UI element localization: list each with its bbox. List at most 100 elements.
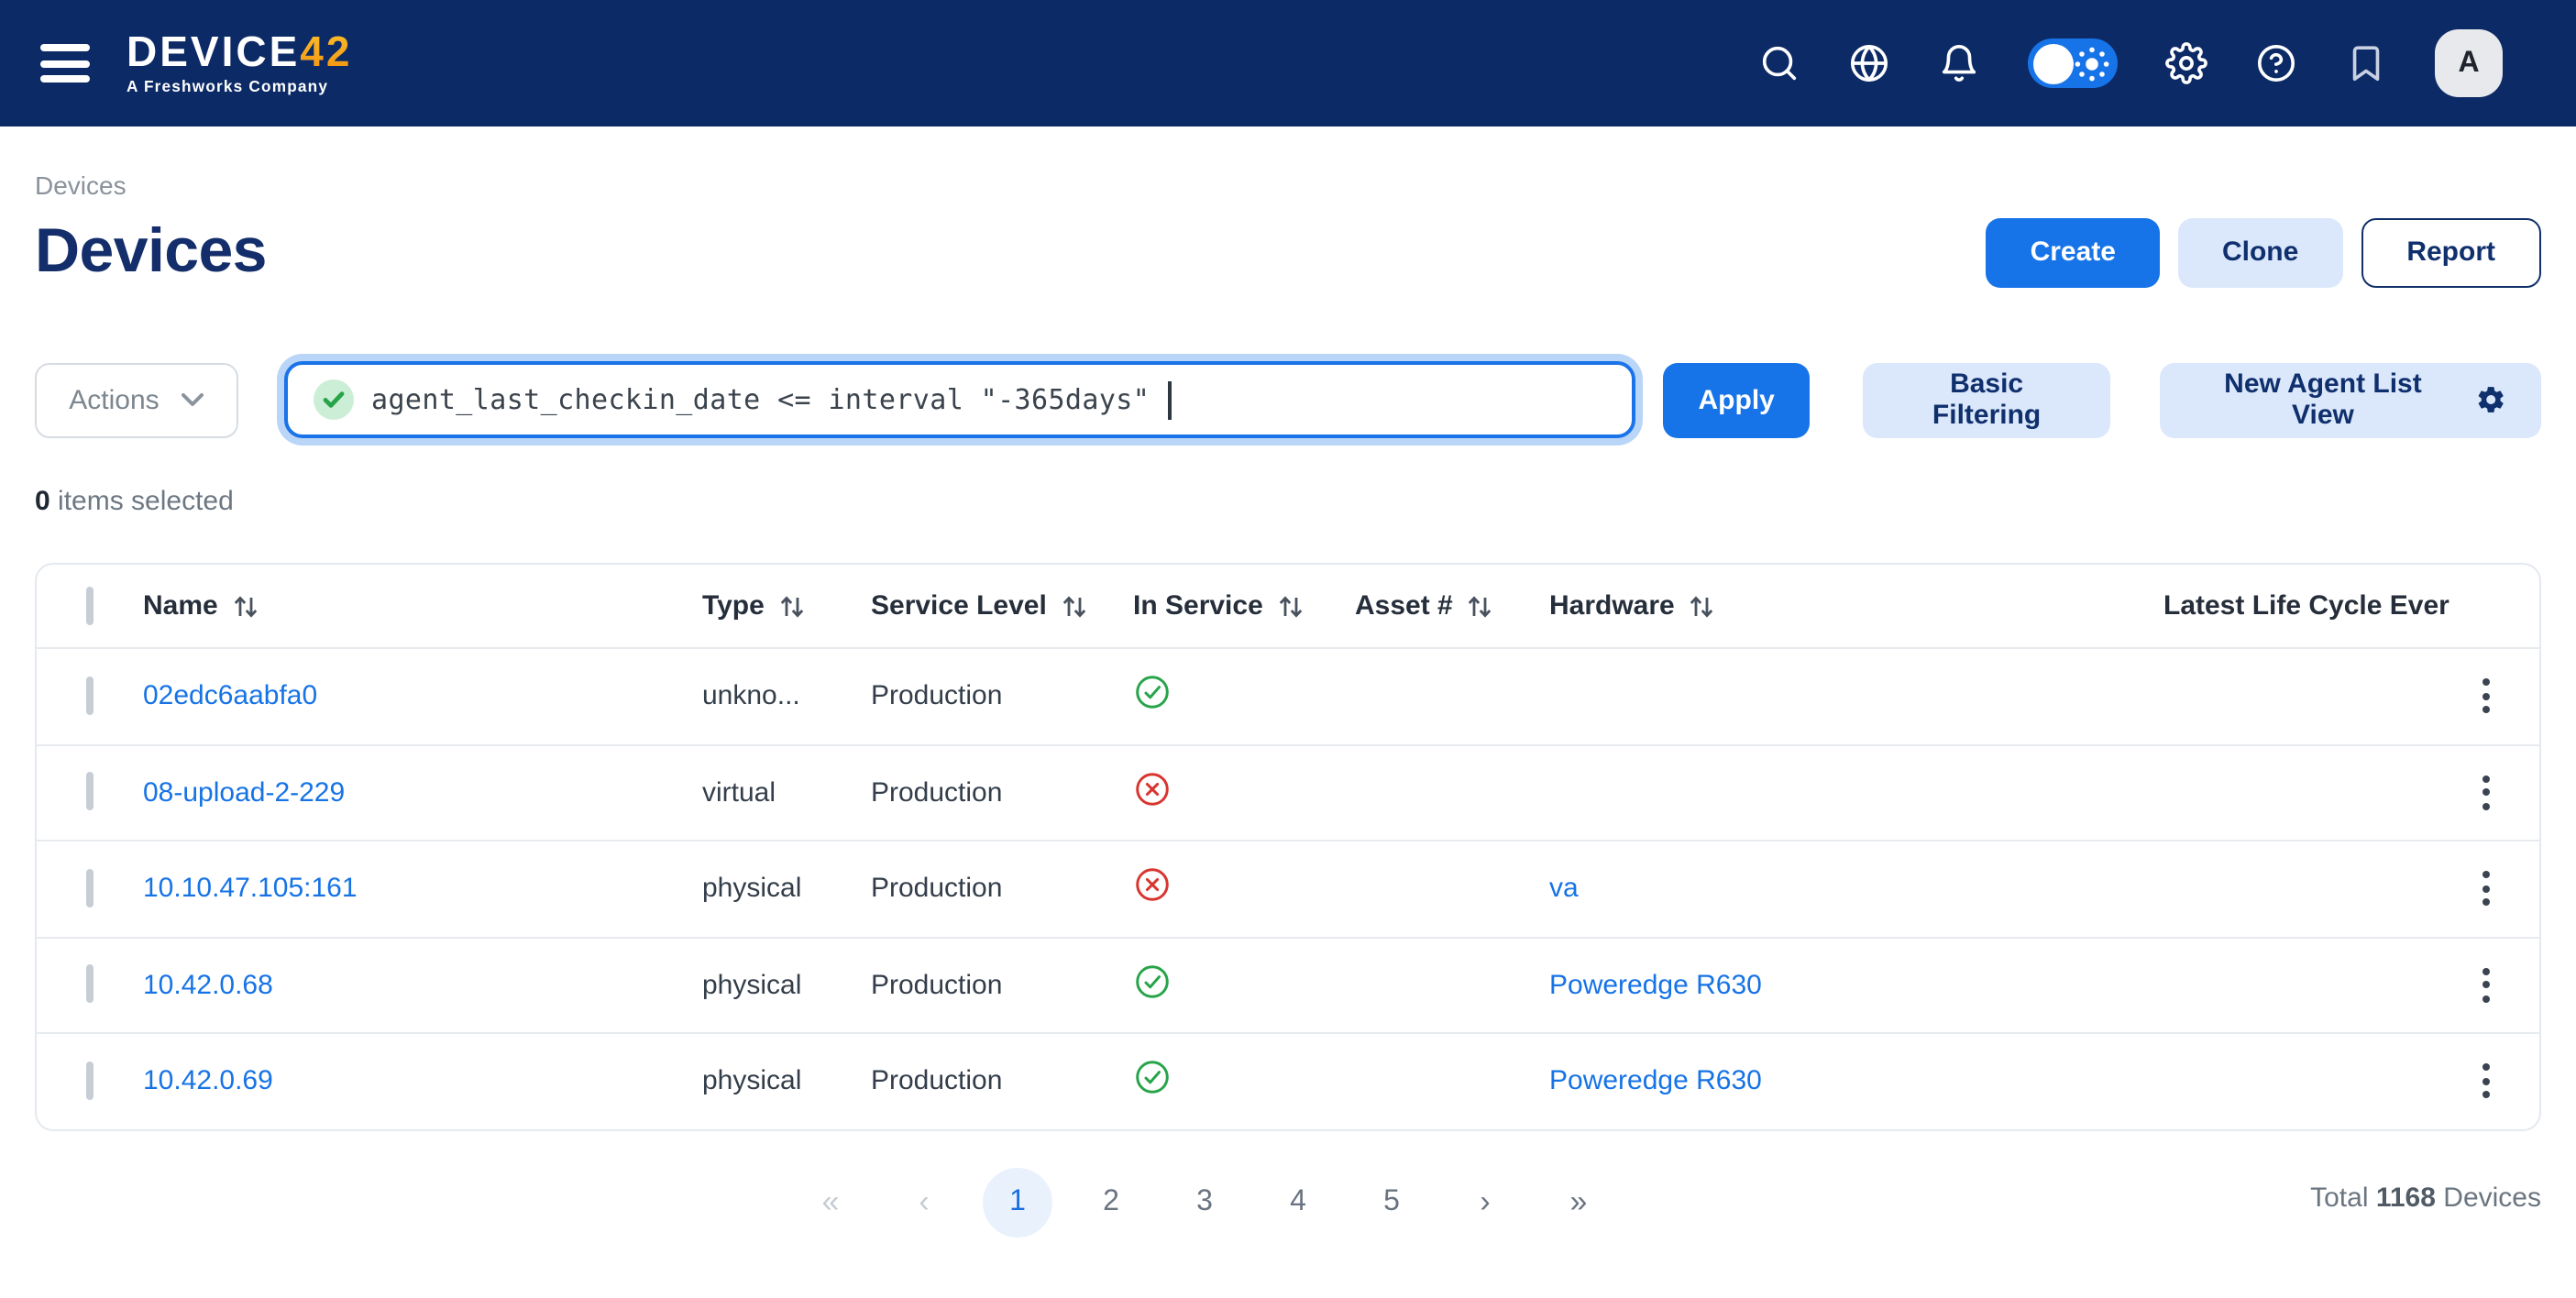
device-service-level: Production — [871, 681, 1133, 712]
column-header-latest-life-cycle: Latest Life Cycle Ever — [2163, 590, 2455, 622]
table-row: 10.10.47.105:161 physical Production va — [37, 840, 2539, 936]
device-service-level: Production — [871, 970, 1133, 1001]
text-caret — [1168, 380, 1171, 419]
row-menu-kebab-icon[interactable] — [2462, 1054, 2510, 1109]
device-hardware-link[interactable]: Poweredge R630 — [1549, 1066, 1762, 1097]
device-hardware-link[interactable]: va — [1549, 874, 1579, 905]
row-menu-kebab-icon[interactable] — [2462, 669, 2510, 724]
pagination-last[interactable]: » — [1544, 1167, 1613, 1237]
title-buttons: Create Clone Report — [1987, 217, 2541, 287]
page-title: Devices — [35, 216, 267, 288]
device-service-level: Production — [871, 874, 1133, 905]
query-valid-icon — [313, 380, 353, 420]
report-button[interactable]: Report — [2361, 217, 2541, 287]
sort-icon — [1688, 593, 1717, 619]
column-header-name[interactable]: Name — [143, 590, 702, 622]
basic-filtering-button[interactable]: Basic Filtering — [1863, 362, 2111, 437]
pagination-first[interactable]: « — [796, 1167, 865, 1237]
breadcrumb[interactable]: Devices — [35, 170, 2541, 200]
table-header-row: Name Type Service Level In Service Asset… — [37, 565, 2539, 647]
user-avatar[interactable]: A — [2435, 29, 2503, 97]
device-type: physical — [702, 874, 871, 905]
row-menu-kebab-icon[interactable] — [2462, 862, 2510, 917]
column-header-type[interactable]: Type — [702, 590, 871, 622]
device-name-link[interactable]: 10.10.47.105:161 — [143, 874, 358, 905]
device-name-link[interactable]: 02edc6aabfa0 — [143, 681, 317, 712]
new-agent-list-view-button[interactable]: New Agent List View — [2160, 362, 2541, 437]
toggle-knob-icon — [2033, 43, 2074, 83]
filter-query-input[interactable]: agent_last_checkin_date <= interval "-36… — [283, 361, 1636, 438]
title-row: Devices Create Clone Report — [35, 216, 2541, 288]
total-devices: Total 1168 Devices — [2310, 1182, 2541, 1213]
check-circle-icon — [1133, 1059, 1172, 1097]
brand-logo[interactable]: DEVICE42 A Freshworks Company — [127, 31, 352, 94]
sort-icon — [231, 593, 260, 619]
pagination-page-1[interactable]: 1 — [983, 1167, 1052, 1237]
filter-bar: Actions agent_last_checkin_date <= inter… — [35, 361, 2541, 438]
chevron-down-icon — [182, 392, 204, 407]
actions-dropdown-label: Actions — [69, 384, 159, 415]
apply-button[interactable]: Apply — [1664, 362, 1810, 437]
actions-dropdown[interactable]: Actions — [35, 362, 237, 437]
check-circle-icon — [1133, 962, 1172, 1001]
bell-icon[interactable] — [1938, 42, 1980, 84]
row-menu-kebab-icon[interactable] — [2462, 958, 2510, 1013]
pagination-page-3[interactable]: 3 — [1170, 1167, 1239, 1237]
device-service-level: Production — [871, 1066, 1133, 1097]
view-settings-gear-icon — [2475, 383, 2506, 416]
check-circle-icon — [1133, 674, 1172, 712]
table-footer: « ‹ 1 2 3 4 5 › » Total 1168 Devices — [35, 1145, 2541, 1255]
main-content: Devices Devices Create Clone Report Acti… — [0, 126, 2576, 1255]
column-header-service-level[interactable]: Service Level — [871, 590, 1133, 622]
theme-toggle[interactable] — [2028, 38, 2118, 88]
selection-summary: 0 items selected — [35, 486, 2541, 517]
table-row: 10.42.0.68 physical Production Poweredge… — [37, 936, 2539, 1032]
row-menu-kebab-icon[interactable] — [2462, 765, 2510, 820]
in-service-status — [1133, 962, 1355, 1008]
help-icon[interactable] — [2255, 42, 2297, 84]
top-navbar: DEVICE42 A Freshworks Company — [0, 0, 2576, 126]
search-icon[interactable] — [1758, 42, 1800, 84]
sort-icon — [1276, 593, 1305, 619]
sort-icon — [777, 593, 807, 619]
row-checkbox[interactable] — [86, 965, 94, 1004]
device-type: physical — [702, 970, 871, 1001]
column-header-in-service[interactable]: In Service — [1133, 590, 1355, 622]
device-type: unkno... — [702, 681, 871, 712]
column-header-hardware[interactable]: Hardware — [1549, 590, 2163, 622]
row-checkbox[interactable] — [86, 773, 94, 811]
device-name-link[interactable]: 10.42.0.68 — [143, 970, 273, 1001]
device-hardware-link[interactable]: Poweredge R630 — [1549, 970, 1762, 1001]
pagination-next[interactable]: › — [1450, 1167, 1520, 1237]
row-checkbox[interactable] — [86, 1062, 94, 1100]
pagination-prev[interactable]: ‹ — [889, 1167, 959, 1237]
in-service-status — [1133, 770, 1355, 816]
filter-query-text: agent_last_checkin_date <= interval "-36… — [371, 383, 1150, 416]
globe-icon[interactable] — [1848, 42, 1890, 84]
bookmark-icon[interactable] — [2345, 42, 2387, 84]
pagination: « ‹ 1 2 3 4 5 › » — [796, 1167, 1613, 1237]
sun-icon — [2074, 45, 2110, 82]
table-row: 02edc6aabfa0 unkno... Production — [37, 647, 2539, 743]
create-button[interactable]: Create — [1987, 217, 2160, 287]
brand-wordmark: DEVICE42 — [127, 31, 352, 73]
select-all-checkbox[interactable] — [86, 586, 94, 624]
x-circle-icon — [1133, 770, 1172, 808]
pagination-page-4[interactable]: 4 — [1263, 1167, 1333, 1237]
pagination-page-2[interactable]: 2 — [1076, 1167, 1146, 1237]
clone-button[interactable]: Clone — [2178, 217, 2342, 287]
column-header-asset[interactable]: Asset # — [1355, 590, 1549, 622]
gear-icon[interactable] — [2165, 42, 2207, 84]
new-agent-list-view-label: New Agent List View — [2195, 368, 2450, 431]
brand-accent: 42 — [300, 28, 352, 75]
brand-tagline: A Freshworks Company — [127, 79, 352, 94]
pagination-page-5[interactable]: 5 — [1357, 1167, 1426, 1237]
device-name-link[interactable]: 08-upload-2-229 — [143, 777, 345, 808]
devices-table: Name Type Service Level In Service Asset… — [35, 563, 2541, 1130]
table-row: 08-upload-2-229 virtual Production — [37, 743, 2539, 840]
row-checkbox[interactable] — [86, 869, 94, 908]
device-name-link[interactable]: 10.42.0.69 — [143, 1066, 273, 1097]
in-service-status — [1133, 1059, 1355, 1105]
row-checkbox[interactable] — [86, 676, 94, 715]
hamburger-menu-icon[interactable] — [40, 44, 90, 82]
